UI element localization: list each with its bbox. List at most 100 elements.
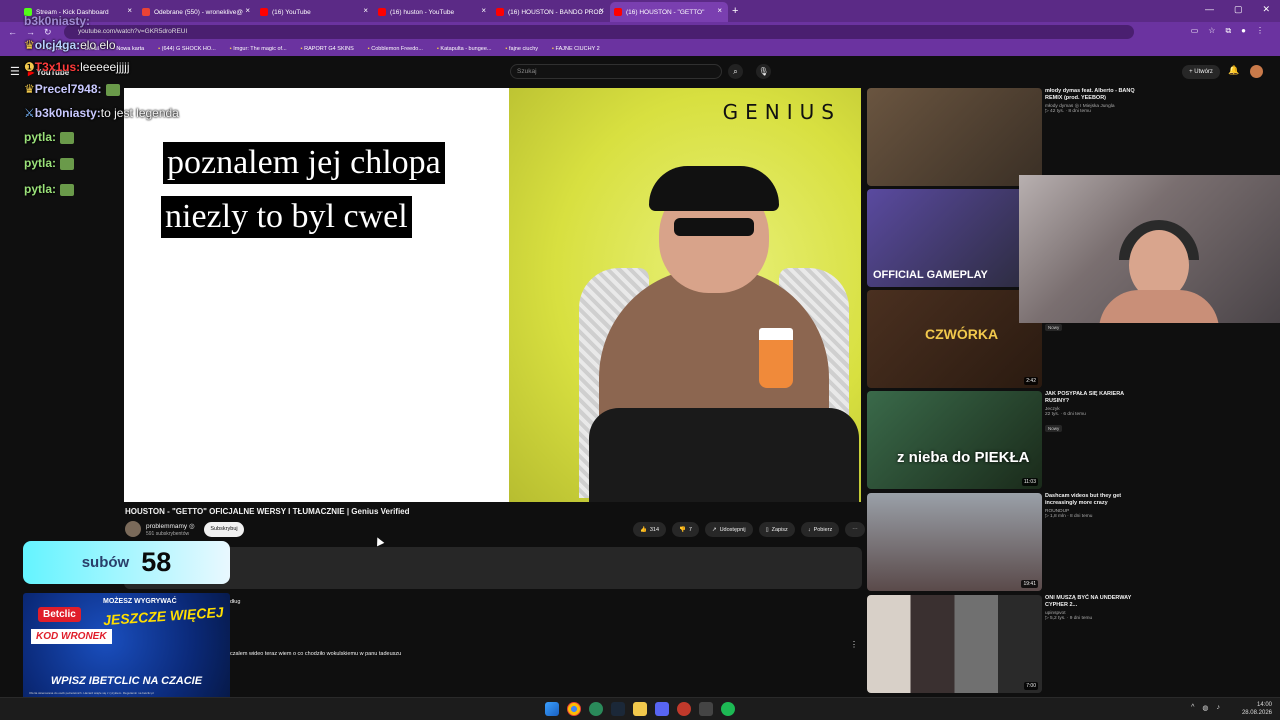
close-icon[interactable]: × <box>127 6 132 15</box>
video-actions: 👍 314 👎 7 ↗ Udostępnij ▯ Zapisz ↓ Pobierz ⋯ <box>633 522 865 537</box>
channel-avatar[interactable] <box>125 521 141 537</box>
close-icon[interactable]: × <box>717 6 722 15</box>
dislike-button[interactable]: 👎 7 <box>672 522 699 537</box>
new-tab-button[interactable]: + <box>732 5 738 17</box>
recommendation-meta: ONI MUSZĄ BYĆ NA UNDERWAY CYPHER 2... up… <box>1045 595 1145 621</box>
comment-menu-icon[interactable]: ⋮ <box>850 640 858 649</box>
microphone-icon[interactable]: 🎙 <box>756 64 771 79</box>
notifications-bell-icon[interactable]: 🔔 <box>1228 65 1239 76</box>
youtube-icon <box>496 8 504 16</box>
hamburger-menu-icon[interactable]: ☰ <box>10 65 20 78</box>
minimize-icon[interactable]: — <box>1205 4 1214 15</box>
app-icon[interactable] <box>699 702 713 716</box>
extension-icon[interactable]: ⧉ <box>1225 26 1231 36</box>
forward-icon[interactable]: → <box>26 27 36 37</box>
chat-username: Precel7948: <box>34 82 102 96</box>
video-player[interactable]: GENIUS poznalem jej chlopa niezly to byl… <box>124 88 861 502</box>
close-icon[interactable]: × <box>481 6 486 15</box>
profile-icon[interactable]: ● <box>1241 26 1246 36</box>
recommendation-item[interactable]: młody dymas feat. Alberto - BANQ REMIX (… <box>867 88 1277 188</box>
emote-icon <box>60 131 75 144</box>
close-window-icon[interactable]: ✕ <box>1262 4 1270 15</box>
windows-start-icon[interactable] <box>545 702 559 716</box>
recommendation-title[interactable]: ONI MUSZĄ BYĆ NA UNDERWAY CYPHER 2... <box>1045 595 1145 609</box>
folder-icon[interactable] <box>633 702 647 716</box>
clock-date: 28.08.2026 <box>1241 710 1272 716</box>
recommendation-thumbnail[interactable]: 7:00 <box>867 595 1042 693</box>
reload-icon[interactable]: ↻ <box>44 27 54 38</box>
recommendation-thumbnail[interactable] <box>867 88 1042 186</box>
recommendation-thumbnail[interactable]: z nieba do PIEKŁA 11:03 <box>867 391 1042 489</box>
recommendation-item[interactable]: z nieba do PIEKŁA 11:03 JAK POSYPAŁA SIĘ… <box>867 391 1277 491</box>
tray-arrow-icon[interactable]: ^ <box>1191 704 1194 712</box>
chat-username: olcj4ga: <box>34 38 81 52</box>
maximize-icon[interactable]: ▢ <box>1234 4 1243 15</box>
bookmark-item[interactable]: (644) G SHOCK HO... <box>158 46 216 52</box>
more-actions-button[interactable]: ⋯ <box>845 522 865 537</box>
search-icon[interactable]: ⌕ <box>728 64 743 79</box>
sunglasses <box>674 218 754 236</box>
menu-dots-icon[interactable]: ⋮ <box>1256 26 1264 36</box>
turtle-emote-icon <box>105 83 120 96</box>
create-button[interactable]: + Utwórz <box>1182 65 1220 79</box>
url-field[interactable]: youtube.com/watch?v=GKR5droREUI <box>64 25 1134 39</box>
network-icon[interactable]: ◍ <box>1202 704 1208 712</box>
tab-youtube[interactable]: (16) YouTube × <box>256 2 374 22</box>
recommendation-title[interactable]: JAK POSYPAŁA SIĘ KARIERA RUSINY? <box>1045 391 1145 405</box>
bookmark-item[interactable]: Cobblemon Freedo... <box>368 46 423 52</box>
subscribe-button[interactable]: Subskrybuj <box>204 522 244 537</box>
cast-icon[interactable]: ▭ <box>1191 26 1199 36</box>
discord-icon[interactable] <box>655 702 669 716</box>
chat-username: pytla: <box>24 182 57 196</box>
obs-icon[interactable] <box>677 702 691 716</box>
tab-bando[interactable]: (16) HOUSTON - BANDO PROD × <box>492 2 610 22</box>
bookmark-item[interactable]: Imgur: The magic of... <box>230 46 286 52</box>
tab-gmail[interactable]: Odebrane (550) - wroneklive@ × <box>138 2 256 22</box>
system-clock[interactable]: 14:00 28.08.2026 <box>1242 701 1272 717</box>
back-icon[interactable]: ← <box>8 27 18 37</box>
bookmark-star-icon[interactable]: ☆ <box>1208 26 1215 36</box>
like-button[interactable]: 👍 314 <box>633 522 667 537</box>
recommendation-thumbnail[interactable]: 19:41 <box>867 493 1042 591</box>
clock-time: 14:00 <box>1256 702 1272 708</box>
bookmark-item[interactable]: fajne ciuchy <box>506 46 538 52</box>
tab-label: (16) HOUSTON - "GETTO" <box>626 8 705 16</box>
browser-icon[interactable] <box>589 702 603 716</box>
volume-icon[interactable]: ♪ <box>1217 704 1221 712</box>
description-box[interactable] <box>124 547 862 589</box>
search-input[interactable]: Szukaj <box>510 64 722 79</box>
recommendation-item[interactable]: 7:00 ONI MUSZĄ BYĆ NA UNDERWAY CYPHER 2.… <box>867 595 1277 695</box>
chat-text: leeeeejjjjj <box>80 60 130 74</box>
chat-message: ❶T3x1us:leeeeejjjjj <box>24 60 130 74</box>
webcam-overlay <box>1019 175 1280 323</box>
bookmark-item[interactable]: FAJNE CIUCHY 2 <box>552 46 600 52</box>
save-button[interactable]: ▯ Zapisz <box>758 522 795 537</box>
chat-username: pytla: <box>24 130 57 144</box>
tab-label: (16) HOUSTON - BANDO PROD <box>508 8 604 16</box>
tab-getto-active[interactable]: (16) HOUSTON - "GETTO" × <box>610 2 728 22</box>
recommendation-title[interactable]: młody dymas feat. Alberto - BANQ REMIX (… <box>1045 88 1145 102</box>
close-icon[interactable]: × <box>363 6 368 15</box>
download-button[interactable]: ↓ Pobierz <box>800 522 840 537</box>
ad-main-text: JESZCZE WIĘCEJ <box>102 603 225 629</box>
recommendation-title[interactable]: Dashcam videos but they get increasingly… <box>1045 493 1145 507</box>
tab-huston[interactable]: (16) huston - YouTube × <box>374 2 492 22</box>
steam-icon[interactable] <box>611 702 625 716</box>
share-button[interactable]: ↗ Udostępnij <box>704 522 753 537</box>
bookmark-item[interactable]: Katapulta - bungee... <box>437 46 491 52</box>
recommendation-item[interactable]: 19:41 Dashcam videos but they get increa… <box>867 493 1277 593</box>
bookmark-item[interactable]: Nowa karta <box>113 46 144 52</box>
account-avatar[interactable] <box>1250 65 1263 78</box>
chrome-icon[interactable] <box>567 702 581 716</box>
dislike-count: 7 <box>688 526 692 533</box>
genius-logo: GENIUS <box>722 100 841 124</box>
close-icon[interactable]: × <box>245 6 250 15</box>
spotify-icon[interactable] <box>721 702 735 716</box>
chat-message: ♛olcj4ga:elo elo <box>24 38 116 52</box>
channel-name[interactable]: problemmamy ◎ <box>146 522 195 530</box>
bookmark-item[interactable]: RAPORT G4 SKINS <box>301 46 354 52</box>
crown-icon: ♛ <box>24 82 35 96</box>
recommendation-thumbnail[interactable]: CZWÓRKA 2:42 <box>867 290 1042 388</box>
close-icon[interactable]: × <box>599 6 604 15</box>
recommendation-thumbnail[interactable]: OFFICIAL GAMEPLAY <box>867 189 1042 287</box>
